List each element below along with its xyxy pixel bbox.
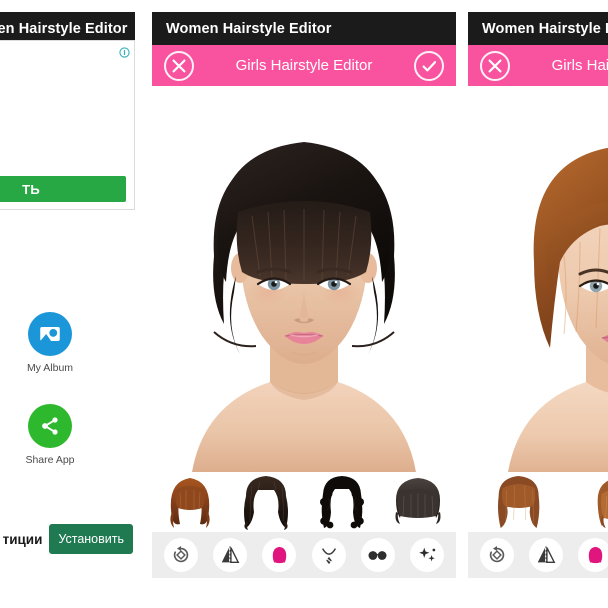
install-button[interactable]: Установить [49,524,133,554]
hair-thumb-black-curly[interactable] [304,472,380,532]
hair-tool[interactable] [578,538,608,572]
window-title: Women Hairstyle Editor [166,20,332,37]
menu-item-label: My Album [26,362,74,374]
necklace-tool[interactable] [311,538,346,572]
close-circle-icon[interactable] [164,50,194,81]
rotate-tool[interactable] [479,538,514,572]
hair-thumb-dark-wavy[interactable] [228,472,304,532]
check-circle-icon[interactable] [93,50,123,81]
hair-thumb-auburn-long[interactable] [468,472,569,532]
menu-item-my-album[interactable]: My Album [16,312,84,374]
hairstyle-thumb-strip[interactable] [152,472,456,532]
hair-thumb-auburn-bob[interactable] [152,472,228,532]
photo-album-icon [28,312,72,356]
hair-thumb-auburn-bob[interactable] [569,472,608,532]
editor-toolbar[interactable] [152,532,456,578]
action-bar: Girls Hairstyle Editor [152,45,456,86]
close-circle-icon[interactable] [480,50,510,81]
menu-row: My Album [0,312,135,374]
hair-tool[interactable] [262,538,297,572]
hair-thumb-dark-bangs[interactable] [380,472,456,532]
right-editor-panel: Women Hairstyle Editor Girls Hairstyle E… [468,12,608,578]
sunglasses-tool[interactable] [360,538,395,572]
window-title-bar: Women Hairstyle Editor [152,12,456,45]
center-editor-panel: Women Hairstyle Editor Girls Hairstyle E… [152,12,456,578]
editor-toolbar[interactable] [468,532,608,578]
window-title: Women Hairstyle Editor [0,20,128,37]
hairstyle-thumb-strip[interactable] [468,472,608,532]
window-title: Women Hairstyle Editor [482,20,608,37]
rotate-tool[interactable] [163,538,198,572]
window-title-bar: Women Hairstyle Editor [468,12,608,45]
menu-grid: My Album s [0,312,135,482]
portrait-canvas[interactable] [468,86,608,472]
portrait-canvas[interactable] [152,86,456,472]
install-banner: тиции Установить [0,524,135,554]
flip-tool[interactable] [528,538,563,572]
flip-tool[interactable] [212,538,247,572]
install-banner-text: тиции [2,531,43,547]
effects-tool[interactable] [410,538,445,572]
menu-row: s Share App [0,404,135,466]
menu-item-share-app[interactable]: Share App [16,404,84,466]
screenshot-stage: Women Hairstyle Editor Girls Hairstyle E… [0,0,608,608]
action-bar: Girls Hairstyle Editor [468,45,608,86]
share-icon [28,404,72,448]
left-menu-panel: Women Hairstyle Editor Girls Hairstyle E… [0,12,135,578]
check-circle-icon[interactable] [414,50,444,81]
menu-item-label: Share App [25,454,75,466]
ad-cta-button[interactable]: ТЬ [0,176,126,202]
action-bar-title: Girls Hairstyle Editor [235,57,373,74]
